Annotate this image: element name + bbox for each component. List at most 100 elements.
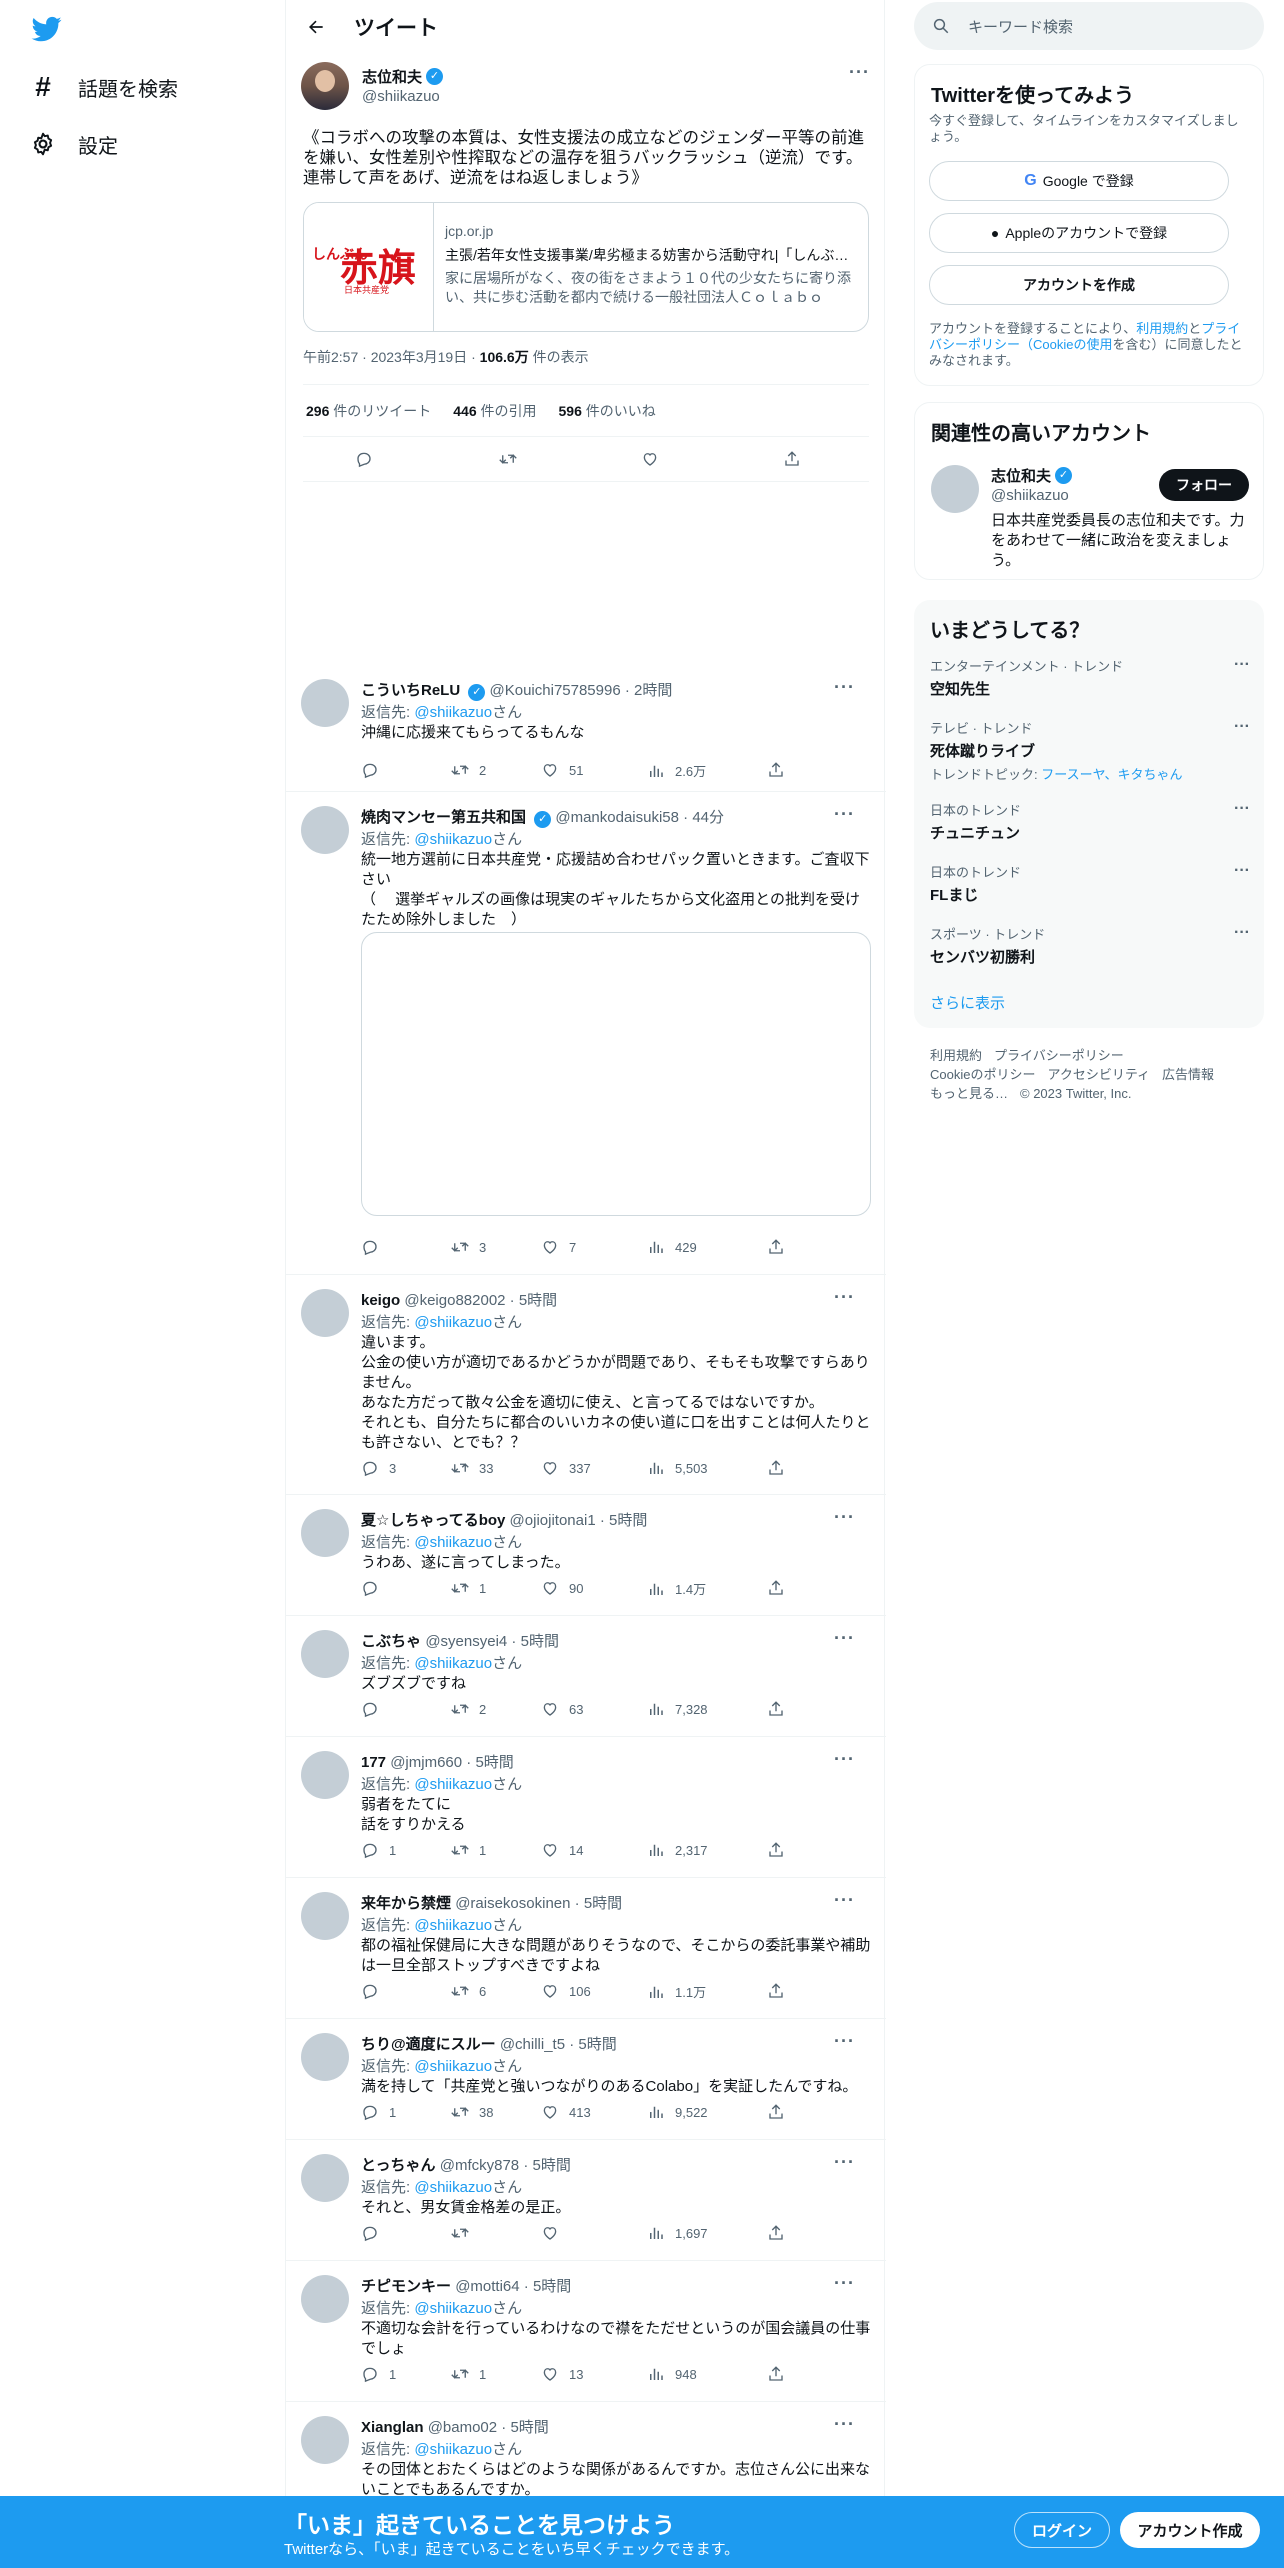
reply-author-name[interactable]: 焼肉マンセー第五共和国: [361, 809, 526, 826]
reply-time[interactable]: 5時間: [521, 1633, 559, 1650]
share-icon[interactable]: [767, 1982, 785, 2000]
related-name-row[interactable]: 志位和夫 ✓: [991, 465, 1073, 486]
likes-stat[interactable]: 596 件のいいね: [559, 401, 656, 421]
reply-time[interactable]: 5時間: [475, 1754, 513, 1771]
avatar[interactable]: [301, 806, 349, 854]
avatar[interactable]: [301, 2154, 349, 2202]
more-options-icon[interactable]: ···: [834, 804, 855, 825]
twitter-logo-icon[interactable]: [30, 14, 64, 44]
reply-handle[interactable]: @mankodaisuki58: [555, 809, 679, 826]
like-icon[interactable]: 51: [541, 761, 583, 779]
reply-to-handle[interactable]: @shiikazuo: [414, 1917, 492, 1934]
more-options-icon[interactable]: ···: [1234, 718, 1250, 736]
footer-terms[interactable]: 利用規約: [930, 1048, 982, 1063]
more-options-icon[interactable]: ···: [834, 677, 855, 698]
trend-item[interactable]: テレビ · トレンド 死体蹴りライブ トレンドトピック: フースーヤ、キタちゃん ··…: [930, 718, 1250, 783]
avatar[interactable]: [301, 1630, 349, 1678]
reply-time[interactable]: 5時間: [584, 1895, 622, 1912]
reply-to-handle[interactable]: @shiikazuo: [414, 1655, 492, 1672]
more-options-icon[interactable]: ···: [1234, 800, 1250, 818]
cookie-link[interactable]: （Cookieの使用: [1020, 337, 1112, 352]
reply-icon[interactable]: 1: [361, 2103, 396, 2121]
like-icon[interactable]: 7: [541, 1238, 576, 1256]
footer-ads[interactable]: 広告情報: [1162, 1067, 1214, 1082]
avatar[interactable]: [301, 2275, 349, 2323]
reply-time[interactable]: 5時間: [510, 2419, 548, 2436]
reply-to-handle[interactable]: @shiikazuo: [414, 2300, 492, 2317]
reply-author-name[interactable]: こぶちゃ: [361, 1633, 421, 1650]
retweets-stat[interactable]: 296 件のリツイート: [306, 401, 431, 421]
avatar[interactable]: [301, 2416, 349, 2464]
avatar[interactable]: [301, 62, 349, 110]
reply-icon[interactable]: [361, 1579, 389, 1597]
trend-item[interactable]: 日本のトレンド チュニチュン ···: [930, 800, 1250, 843]
terms-link[interactable]: 利用規約: [1136, 321, 1188, 336]
retweet-icon[interactable]: 3: [451, 1238, 486, 1256]
author-handle[interactable]: @shiikazuo: [362, 88, 440, 105]
reply-to-handle[interactable]: @shiikazuo: [414, 831, 492, 848]
retweet-icon[interactable]: 1: [451, 1841, 486, 1859]
views-icon[interactable]: 948: [647, 2365, 697, 2383]
footer-more[interactable]: もっと見る…: [930, 1086, 1008, 1101]
reply-time[interactable]: 5時間: [578, 2036, 616, 2053]
avatar[interactable]: [301, 1892, 349, 1940]
reply-media-image[interactable]: [361, 932, 871, 1216]
google-signup-button[interactable]: G Google で登録: [929, 161, 1229, 201]
avatar[interactable]: [301, 679, 349, 727]
nav-explore[interactable]: # 話題を検索: [30, 67, 178, 107]
back-arrow-icon[interactable]: [298, 9, 334, 45]
share-icon[interactable]: [767, 1579, 785, 1597]
share-icon[interactable]: [767, 1700, 785, 1718]
more-options-icon[interactable]: ···: [1234, 924, 1250, 942]
retweet-icon[interactable]: [451, 2224, 479, 2242]
like-icon[interactable]: 90: [541, 1579, 583, 1597]
avatar[interactable]: [301, 2033, 349, 2081]
reply-to-handle[interactable]: @shiikazuo: [414, 1776, 492, 1793]
more-options-icon[interactable]: ···: [834, 2414, 855, 2435]
reply-icon[interactable]: 1: [361, 1841, 396, 1859]
more-options-icon[interactable]: ···: [834, 2152, 855, 2173]
reply-to-handle[interactable]: @shiikazuo: [414, 1534, 492, 1551]
reply-author-name[interactable]: 177: [361, 1754, 386, 1771]
reply-author-name[interactable]: Xianglan: [361, 2419, 424, 2436]
reply-author-name[interactable]: keigo: [361, 1292, 400, 1309]
more-options-icon[interactable]: ···: [834, 1507, 855, 1528]
reply-tweet[interactable]: keigo @keigo882002 · 5時間 ··· 返信先: @shiikaz…: [286, 1275, 886, 1495]
retweet-icon[interactable]: 1: [451, 2365, 486, 2383]
apple-signup-button[interactable]: ● Appleのアカウントで登録: [929, 213, 1229, 253]
share-icon[interactable]: [767, 2365, 785, 2383]
like-icon[interactable]: [541, 2224, 569, 2242]
trend-item[interactable]: 日本のトレンド FLまじ ···: [930, 862, 1250, 905]
reply-author-name[interactable]: 来年から禁煙: [361, 1895, 451, 1912]
reply-handle[interactable]: @syensyei4: [425, 1633, 507, 1650]
reply-tweet[interactable]: ちり@適度にスルー @chilli_t5 · 5時間 ··· 返信先: @shiik…: [286, 2019, 886, 2140]
reply-handle[interactable]: @motti64: [455, 2278, 519, 2295]
share-icon[interactable]: [767, 761, 785, 779]
search-input[interactable]: キーワード検索: [968, 16, 1073, 37]
login-button[interactable]: ログイン: [1014, 2512, 1110, 2548]
trend-item[interactable]: エンターテインメント · トレンド 空知先生 ···: [930, 656, 1250, 699]
reply-to-handle[interactable]: @shiikazuo: [414, 2441, 492, 2458]
reply-icon[interactable]: 3: [361, 1459, 396, 1477]
share-icon[interactable]: [767, 1841, 785, 1859]
views-icon[interactable]: 7,328: [647, 1700, 708, 1718]
share-icon[interactable]: [767, 2103, 785, 2121]
avatar[interactable]: [301, 1509, 349, 1557]
more-options-icon[interactable]: ···: [834, 2031, 855, 2052]
follow-button[interactable]: フォロー: [1159, 469, 1249, 501]
reply-author-name[interactable]: ちり@適度にスルー: [361, 2036, 496, 2053]
reply-icon[interactable]: [361, 1982, 389, 2000]
reply-handle[interactable]: @mfcky878: [440, 2157, 519, 2174]
reply-icon[interactable]: [361, 1238, 389, 1256]
reply-author-name[interactable]: 夏☆しちゃってるboy: [361, 1512, 505, 1529]
footer-cookie[interactable]: Cookieのポリシー: [930, 1067, 1035, 1082]
reply-tweet[interactable]: 夏☆しちゃってるboy @ojiojitonai1 · 5時間 ··· 返信先: @…: [286, 1495, 886, 1616]
reply-tweet[interactable]: こういちReLU ✓ @Kouichi75785996 · 2時間 ··· 返信先:…: [286, 665, 886, 792]
reply-time[interactable]: 44分: [692, 809, 724, 826]
reply-time[interactable]: 5時間: [533, 2157, 571, 2174]
views-icon[interactable]: 1.1万: [647, 1982, 706, 2001]
views-icon[interactable]: 1.4万: [647, 1579, 706, 1598]
reply-author-name[interactable]: とっちゃん: [361, 2157, 436, 2174]
reply-icon[interactable]: [361, 2224, 389, 2242]
retweet-icon[interactable]: 38: [451, 2103, 493, 2121]
